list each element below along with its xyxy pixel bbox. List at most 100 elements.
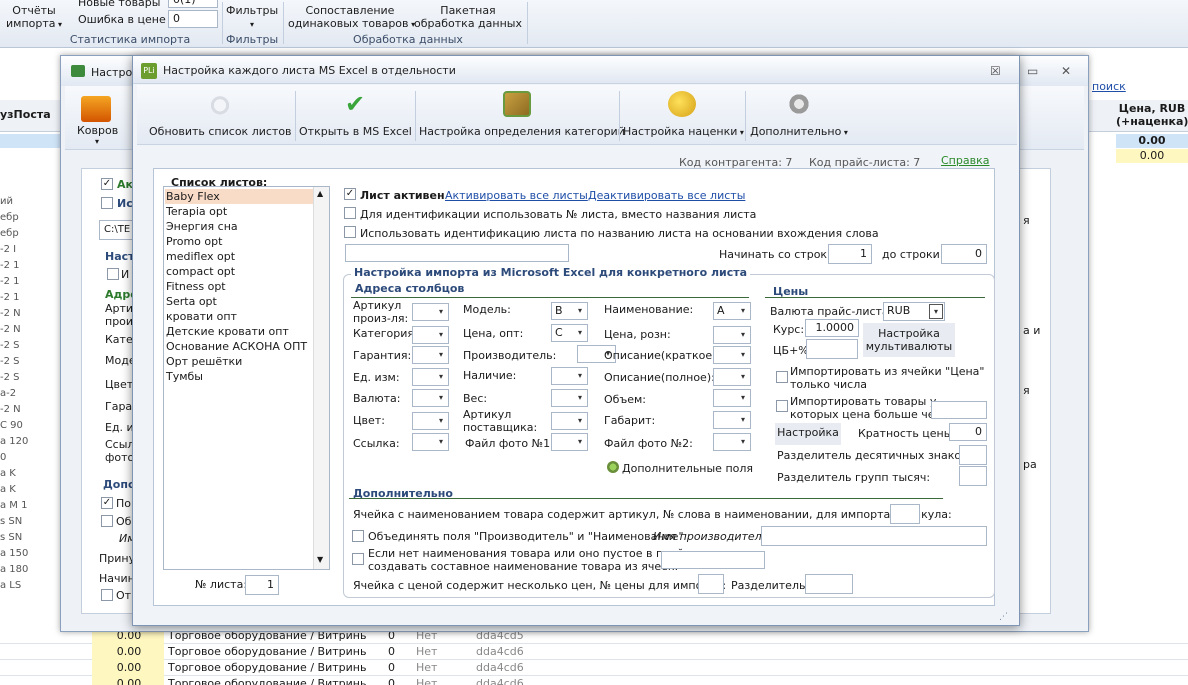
chevron-down-icon[interactable]: ▾ [573,303,587,319]
cb-percent-field[interactable] [806,339,858,359]
sheet-list-item[interactable]: Fitness opt [165,279,313,294]
chevron-down-icon[interactable]: ▾ [434,369,448,385]
chevron-down-icon[interactable]: ▾ [736,303,750,319]
use-sheet-number-checkbox[interactable] [344,207,356,219]
bg-use-checkbox[interactable] [101,197,113,209]
name-select[interactable]: A ▾ [713,302,751,320]
open-excel-button[interactable]: ✔ Открыть в MS Excel [299,85,412,145]
weight-select[interactable]: ▾ [551,389,588,407]
desc-full-select[interactable]: ▾ [713,368,751,386]
deactivate-all-link[interactable]: Деактивировать все листы [588,189,745,202]
chevron-down-icon[interactable]: ▾ [573,325,587,341]
separator-field[interactable] [805,574,853,594]
chevron-down-icon[interactable]: ▾ [434,390,448,406]
import-price-gt-field[interactable] [931,401,987,419]
batch-processing-button[interactable]: Пакетная обработка данных [414,4,522,30]
scroll-up-icon[interactable]: ▲ [317,189,323,198]
table-row[interactable]: 0.00 Торговое оборудование / Витрины / Пр… [0,644,1188,660]
unit-select[interactable]: ▾ [412,368,449,386]
chevron-down-icon[interactable]: ▾ [434,434,448,450]
article-select[interactable]: ▾ [412,303,449,321]
sheet-list-item[interactable]: кровати опт [165,309,313,324]
markup-settings-button[interactable]: Настройка наценки [623,85,741,145]
restore-icon[interactable]: ▭ [1027,64,1038,78]
sheet-list-item[interactable]: compact opt [165,264,313,279]
start-row-field[interactable]: 1 [828,244,872,264]
supplier-article-select[interactable]: ▾ [551,412,588,430]
price-multiplicity-field[interactable]: 0 [949,423,987,441]
chevron-down-icon[interactable]: ▾ [573,368,587,384]
article-in-name-field[interactable] [890,504,920,524]
chevron-down-icon[interactable]: ▾ [434,413,448,429]
kovrov-button[interactable]: Ковров [77,124,118,137]
sheet-list-item[interactable]: Тумбы [165,369,313,384]
sheet-list-item[interactable]: Promo opt [165,234,313,249]
sheet-list-item[interactable]: Основание АСКОНА ОПТ [165,339,313,354]
sheet-list-item[interactable]: Terapia opt [165,204,313,219]
table-row[interactable]: 0.00 Торговое оборудование / Витрины / Пр… [0,676,1188,685]
match-goods-button[interactable]: Сопоставление одинаковых товаров [288,4,412,31]
filters-button[interactable]: Фильтры ▾ [226,4,278,31]
bg-ob-checkbox[interactable] [101,515,113,527]
end-row-field[interactable]: 0 [941,244,987,264]
new-goods-field[interactable]: 0(1) [168,0,218,8]
activate-all-link[interactable]: Активировать все листы [445,189,588,202]
table-row[interactable]: 0.00 Торговое оборудование / Витрины / Пр… [0,660,1188,676]
sheet-active-checkbox[interactable]: ✓ [344,188,356,200]
extra-fields-button[interactable]: Дополнительные поля [622,462,753,475]
compose-name-field[interactable] [661,551,765,569]
scroll-down-icon[interactable]: ▼ [317,555,323,564]
merge-fields-checkbox[interactable] [352,530,364,542]
chevron-down-icon[interactable]: ▾ [736,327,750,343]
bg-po-checkbox[interactable]: ✓ [101,497,113,509]
chevron-down-icon[interactable]: ▾ [573,413,587,429]
multi-price-field[interactable] [698,574,724,594]
chevron-down-icon[interactable]: ▾ [929,304,943,319]
multicurrency-button[interactable]: Настройка мультивалюты [863,323,955,357]
price-error-field[interactable]: 0 [168,10,218,28]
chevron-down-icon[interactable]: ▾ [434,347,448,363]
pricelist-currency-select[interactable]: RUB ▾ [883,302,945,321]
rate-field[interactable]: 1.0000 [805,319,859,337]
warranty-select[interactable]: ▾ [412,346,449,364]
dimensions-select[interactable]: ▾ [713,411,751,429]
category-select[interactable]: ▾ [412,326,449,344]
import-price-gt-checkbox[interactable] [776,400,788,412]
decimal-separator-field[interactable] [959,445,987,465]
extra-menu-button[interactable]: Дополнительно [749,85,849,145]
sheets-list[interactable]: Baby Flex Terapia opt Энергия сна Promo opt… [163,186,330,570]
link-select[interactable]: ▾ [412,433,449,451]
import-price-numbers-checkbox[interactable] [776,371,788,383]
chevron-down-icon[interactable]: ▾ [736,412,750,428]
sheet-number-field[interactable]: 1 [245,575,279,595]
price-retail-select[interactable]: ▾ [713,326,751,344]
photo2-select[interactable]: ▾ [713,433,751,451]
bg-ot-checkbox[interactable] [101,589,113,601]
sheet-list-item[interactable]: Орт решётки [165,354,313,369]
chevron-down-icon[interactable]: ▾ [736,390,750,406]
chevron-down-icon[interactable]: ▾ [434,327,448,343]
refresh-sheets-button[interactable]: Обновить список листов [149,85,292,145]
chevron-down-icon[interactable]: ▾ [434,304,448,320]
price-setup-button[interactable]: Настройка [775,423,841,445]
resize-grip-icon[interactable]: ⋰ [999,612,1008,622]
thousand-separator-field[interactable] [959,466,987,486]
use-name-id-checkbox[interactable] [344,226,356,238]
bg-i-checkbox[interactable] [107,268,119,280]
model-select[interactable]: B ▾ [551,302,588,320]
chevron-down-icon[interactable]: ▾ [573,390,587,406]
reports-button[interactable]: Отчёты импорта [6,4,62,31]
currency-select[interactable]: ▾ [412,389,449,407]
sheet-list-item[interactable]: Baby Flex [165,189,313,204]
search-link[interactable]: поиск [1092,80,1126,93]
sheet-list-item[interactable]: mediflex opt [165,249,313,264]
sheet-list-item[interactable]: Детские кровати опт [165,324,313,339]
availability-select[interactable]: ▾ [551,367,588,385]
bg-active-checkbox[interactable]: ✓ [101,178,113,190]
photo1-select[interactable]: ▾ [551,433,588,451]
chevron-down-icon[interactable]: ▾ [736,347,750,363]
category-settings-button[interactable]: Настройка определения категорий [419,85,625,145]
compose-name-checkbox[interactable] [352,553,364,565]
sheet-list-item[interactable]: Энергия сна [165,219,313,234]
desc-short-select[interactable]: ▾ [713,346,751,364]
